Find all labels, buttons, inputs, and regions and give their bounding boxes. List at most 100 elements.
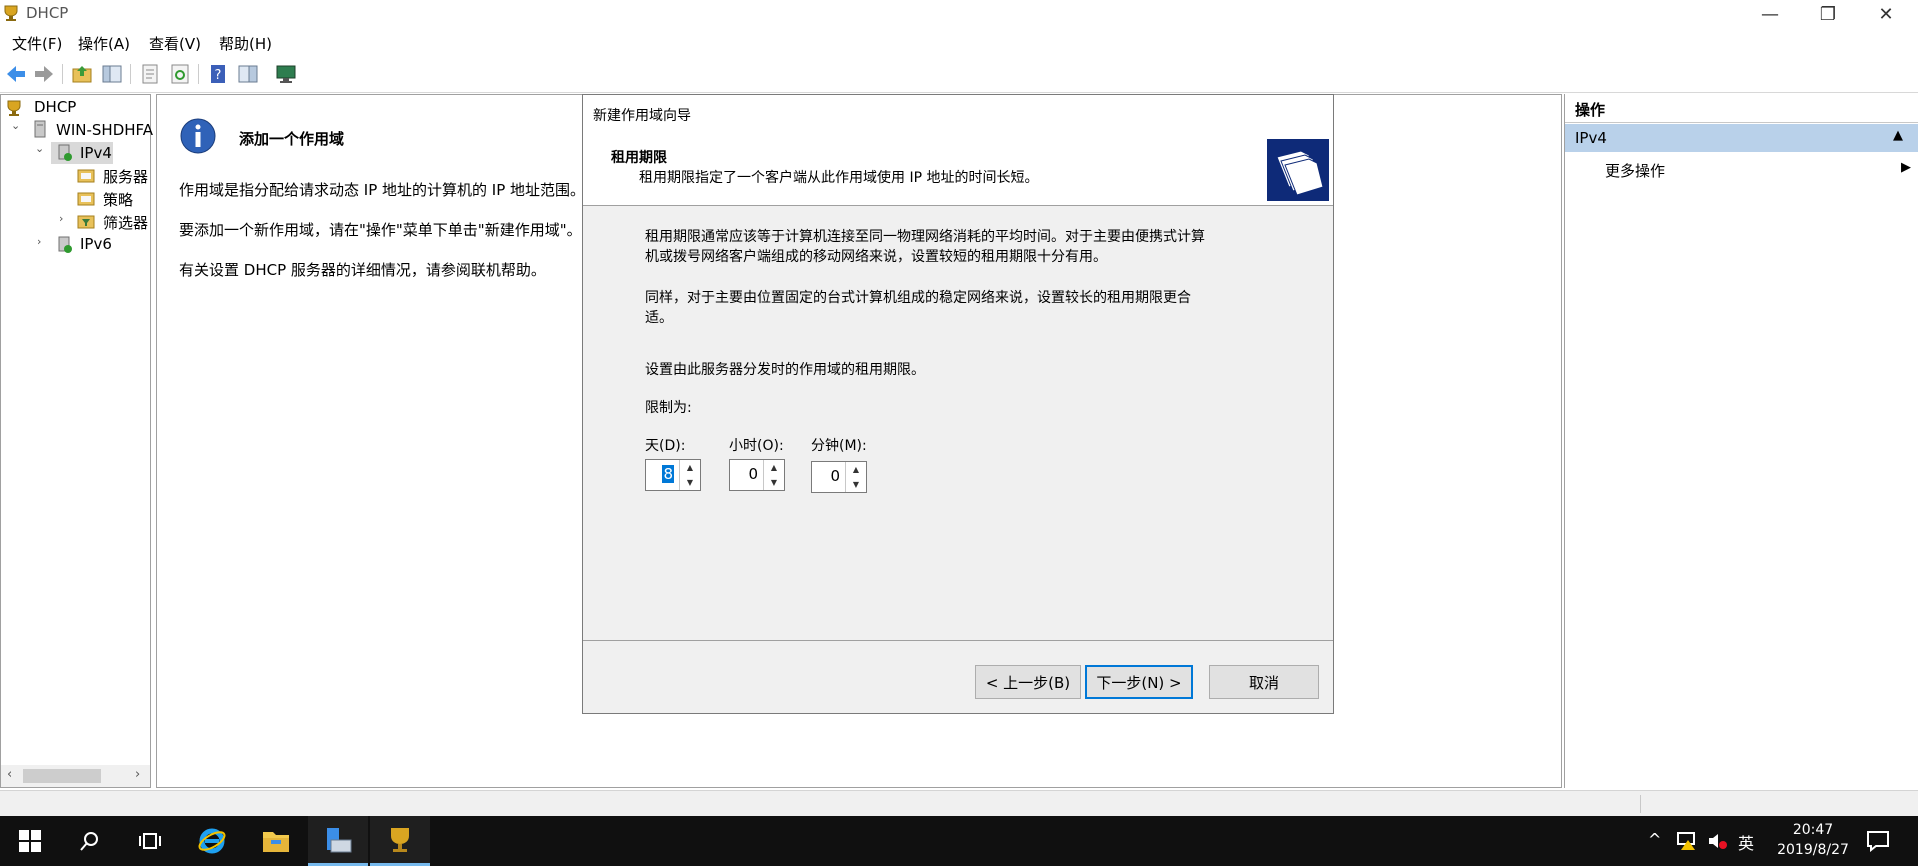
menu-bar: 文件(F) 操作(A) 查看(V) 帮助(H) <box>0 28 1918 56</box>
paragraph-2-line-1: 同样，对于主要由位置固定的台式计算机组成的稳定网络来说，设置较长的租用期限更合 <box>645 290 1191 306</box>
up-folder-icon[interactable] <box>70 62 94 86</box>
hours-spinbox[interactable]: 0 ▲ ▼ <box>729 459 785 491</box>
paragraph-1-line-2: 机或拨号网络客户端组成的移动网络来说，设置较短的租用期限十分有用。 <box>645 249 1107 265</box>
decrement-icon[interactable]: ▼ <box>680 475 700 490</box>
tree-policies[interactable]: 策略 <box>103 189 133 210</box>
chevron-right-icon[interactable]: › <box>59 212 63 225</box>
menu-action[interactable]: 操作(A) <box>78 33 130 54</box>
chevron-down-icon[interactable]: ⌄ <box>11 119 20 132</box>
dhcp-root-icon <box>7 100 21 116</box>
taskbar-dhcp[interactable] <box>370 816 430 866</box>
tree-root-dhcp[interactable]: DHCP <box>34 98 76 116</box>
scrollbar-thumb[interactable] <box>23 769 101 783</box>
minutes-spinner[interactable]: ▲ ▼ <box>845 462 866 492</box>
tree-server-options[interactable]: 服务器 <box>103 166 148 187</box>
clock-time: 20:47 <box>1792 822 1834 838</box>
content-line-2: 要添加一个新作用域，请在"操作"菜单下单击"新建作用域"。 <box>179 221 582 239</box>
cancel-button[interactable]: 取消 <box>1209 665 1319 699</box>
decrement-icon[interactable]: ▼ <box>846 477 866 492</box>
status-bar <box>0 790 1918 817</box>
svg-text:?: ? <box>215 68 222 83</box>
restore-button[interactable]: ❐ <box>1800 0 1856 28</box>
actions-header: 操作 <box>1565 94 1918 123</box>
help-icon[interactable]: ? <box>206 62 230 86</box>
scroll-right-icon[interactable]: › <box>135 767 140 782</box>
chevron-down-icon[interactable]: ⌄ <box>35 142 44 155</box>
menu-view[interactable]: 查看(V) <box>149 33 201 54</box>
show-action-pane-icon[interactable] <box>236 62 260 86</box>
close-button[interactable]: ✕ <box>1858 0 1914 28</box>
limit-label: 限制为: <box>645 400 692 416</box>
toolbar-separator <box>62 64 63 84</box>
increment-icon[interactable]: ▲ <box>680 460 700 475</box>
clock[interactable]: 20:47 2019/8/27 <box>1768 820 1858 862</box>
menu-file[interactable]: 文件(F) <box>12 33 62 54</box>
hours-spinner[interactable]: ▲ ▼ <box>763 460 784 490</box>
next-button[interactable]: 下一步(N) > <box>1085 665 1193 699</box>
paragraph-2: 同样，对于主要由位置固定的台式计算机组成的稳定网络来说，设置较长的租用期限更合 … <box>645 288 1191 328</box>
days-spinner[interactable]: ▲ ▼ <box>679 460 700 490</box>
tree-filters[interactable]: 筛选器 <box>103 212 148 233</box>
server-manager-icon <box>327 827 352 852</box>
taskbar-file-explorer[interactable] <box>246 816 306 866</box>
toolbar-separator <box>130 64 131 84</box>
days-value[interactable]: 8 <box>662 465 674 483</box>
tree-ipv6[interactable]: IPv6 <box>80 235 112 253</box>
increment-icon[interactable]: ▲ <box>764 460 784 475</box>
notification-center-icon[interactable] <box>1866 830 1890 852</box>
menu-help[interactable]: 帮助(H) <box>219 33 272 54</box>
decrement-icon[interactable]: ▼ <box>764 475 784 490</box>
search-icon <box>80 832 98 851</box>
dialog-title: 新建作用域向导 <box>593 108 691 124</box>
wizard-header: 新建作用域向导 租用期限 租用期限指定了一个客户端从此作用域使用 IP 地址的时… <box>583 95 1333 206</box>
search-button[interactable] <box>60 816 120 866</box>
ime-indicator[interactable]: 英 <box>1738 830 1754 854</box>
tree-horizontal-scrollbar[interactable]: ‹ › <box>1 765 150 787</box>
network-warning-icon[interactable] <box>1676 830 1698 852</box>
clock-date: 2019/8/27 <box>1777 842 1849 858</box>
actions-section-label: IPv4 <box>1575 129 1607 147</box>
minutes-spinbox[interactable]: 0 ▲ ▼ <box>811 461 867 493</box>
monitor-icon[interactable] <box>274 62 298 86</box>
tree-ipv4[interactable]: IPv4 <box>80 144 112 162</box>
scroll-left-icon[interactable]: ‹ <box>7 767 12 782</box>
actions-header-label: 操作 <box>1575 101 1606 119</box>
refresh-icon[interactable] <box>168 62 192 86</box>
actions-section-ipv4[interactable]: IPv4 ▲ <box>1565 124 1918 152</box>
forward-arrow-icon[interactable] <box>32 62 56 86</box>
minutes-value[interactable]: 0 <box>830 467 840 485</box>
increment-icon[interactable]: ▲ <box>846 462 866 477</box>
server-options-icon <box>77 169 95 183</box>
server-icon <box>34 120 46 138</box>
status-divider <box>1640 795 1641 813</box>
taskbar-server-manager[interactable] <box>308 816 368 866</box>
tree-server[interactable]: WIN-SHDHFA <box>56 121 153 139</box>
show-hide-tree-icon[interactable] <box>100 62 124 86</box>
show-hidden-icons-chevron-icon[interactable]: ^ <box>1648 830 1661 849</box>
days-spinbox[interactable]: 8 ▲ ▼ <box>645 459 701 491</box>
collapse-up-icon[interactable]: ▲ <box>1893 128 1903 143</box>
policies-icon <box>77 192 95 206</box>
back-button[interactable]: < 上一步(B) <box>975 665 1081 699</box>
wizard-folders-icon <box>1267 139 1329 201</box>
more-actions-link[interactable]: 更多操作 <box>1605 160 1665 181</box>
file-explorer-icon <box>263 832 289 852</box>
paragraph-2-line-2: 适。 <box>645 310 673 326</box>
back-arrow-icon[interactable] <box>4 62 28 86</box>
taskbar-internet-explorer[interactable] <box>182 816 242 866</box>
content-heading: 添加一个作用域 <box>239 130 345 148</box>
minimize-button[interactable]: — <box>1742 0 1798 28</box>
actions-pane: 操作 IPv4 ▲ 更多操作 ▶ <box>1564 94 1918 788</box>
info-icon <box>180 118 216 154</box>
chevron-right-icon[interactable]: › <box>37 235 41 248</box>
new-scope-wizard-dialog: 新建作用域向导 租用期限 租用期限指定了一个客户端从此作用域使用 IP 地址的时… <box>582 94 1334 714</box>
internet-explorer-icon <box>198 828 226 854</box>
start-button[interactable] <box>0 816 60 866</box>
submenu-arrow-icon[interactable]: ▶ <box>1901 160 1911 175</box>
volume-muted-icon[interactable] <box>1706 830 1728 852</box>
task-view-button[interactable] <box>120 816 180 866</box>
properties-icon[interactable] <box>138 62 162 86</box>
days-label: 天(D): <box>645 438 686 454</box>
hours-value[interactable]: 0 <box>748 465 758 483</box>
footer-divider <box>583 640 1333 641</box>
